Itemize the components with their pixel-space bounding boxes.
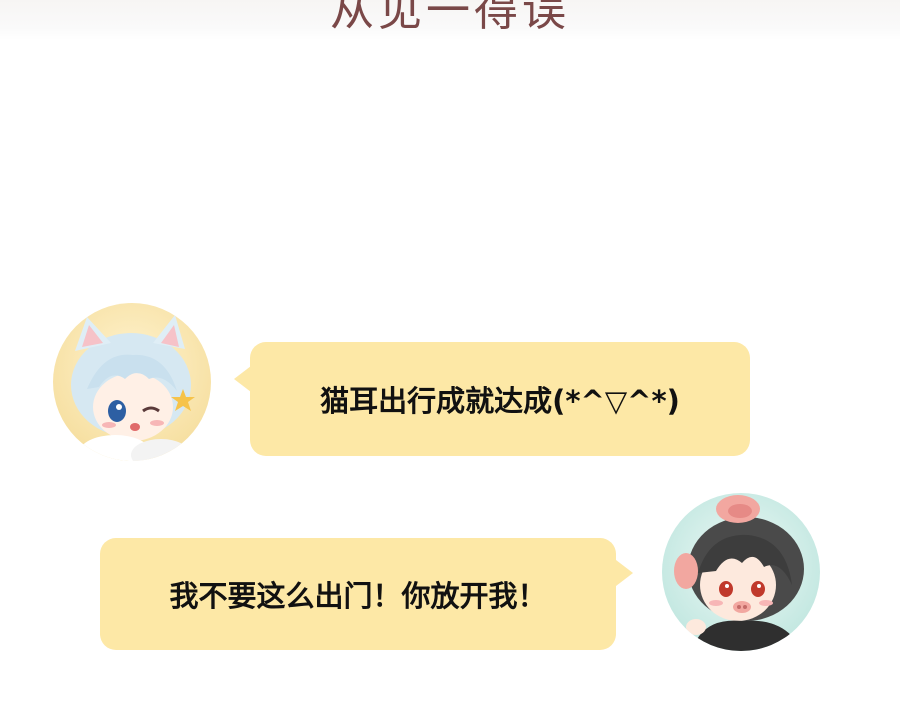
chat-bubble-text: 我不要这么出门！你放开我！ — [169, 579, 547, 613]
chapter-title: 从见一得误 — [330, 0, 570, 36]
chat-bubble-text: 猫耳出行成就达成(*^▽^*) — [320, 384, 680, 418]
header-band: 从见一得误 — [0, 0, 900, 40]
pig-ear-boy-avatar-icon — [662, 493, 820, 651]
chat-bubble-right: 我不要这么出门！你放开我！ — [100, 538, 616, 650]
cat-ear-boy-avatar-icon — [53, 303, 211, 461]
bubble-tail-right — [616, 560, 633, 586]
bubble-tail-left — [234, 366, 251, 392]
chat-bubble-left: 猫耳出行成就达成(*^▽^*) — [250, 342, 750, 456]
